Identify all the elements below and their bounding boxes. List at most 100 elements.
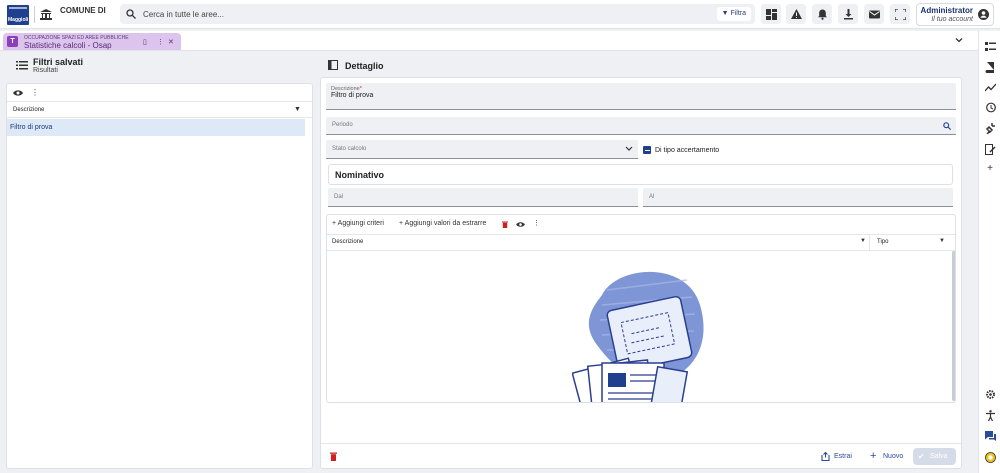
notifications-button[interactable]: [812, 4, 832, 24]
nuovo-button[interactable]: + Nuovo: [866, 448, 909, 465]
detail-title: Dettaglio: [345, 61, 384, 71]
estrai-button[interactable]: Estrai: [817, 448, 859, 465]
descrizione-value: Filtro di prova: [331, 92, 374, 99]
filter-button[interactable]: ▼ Filtra: [716, 7, 751, 21]
add-icon[interactable]: +: [984, 162, 996, 174]
user-name: Administrator: [920, 6, 973, 15]
warning-icon: [790, 8, 802, 19]
maggioli-logo[interactable]: Maggioli: [7, 5, 29, 25]
column-header-tipo[interactable]: Tipo: [877, 239, 888, 245]
lifebuoy-icon: [984, 451, 996, 463]
salva-button[interactable]: ✔ Salva: [913, 448, 956, 465]
accessibility-icon: [985, 409, 995, 421]
list-icon: [984, 41, 996, 51]
global-search[interactable]: Cerca in tutte le aree... ▼ Filtra: [120, 4, 755, 24]
chevron-down-icon: [625, 146, 633, 151]
trend-button[interactable]: [984, 81, 996, 93]
more-icon[interactable]: ⋮: [31, 88, 39, 97]
edit-note-icon: [984, 143, 996, 155]
list-item[interactable]: Filtro di prova: [7, 119, 305, 136]
delete-icon[interactable]: [502, 221, 508, 228]
more-icon[interactable]: ⋮: [157, 38, 164, 46]
results-label: Risultati: [33, 67, 58, 74]
search-input[interactable]: Cerca in tutte le aree...: [143, 10, 224, 19]
top-bar: Maggioli COMUNE DI Cerca in tutte le are…: [0, 0, 1000, 29]
help-button[interactable]: [984, 451, 996, 463]
user-avatar-icon: [978, 9, 989, 20]
search-icon: [126, 9, 136, 19]
edit-note-button[interactable]: [984, 143, 996, 155]
bell-icon: [817, 9, 827, 20]
settings-button[interactable]: [984, 388, 996, 400]
chat-icon: [984, 430, 996, 441]
fullscreen-icon: [894, 8, 906, 20]
accertamento-label: Di tipo accertamento: [655, 147, 720, 154]
search-icon[interactable]: [943, 122, 951, 130]
chevron-down-icon[interactable]: [954, 35, 964, 45]
dal-label: Dal: [334, 194, 344, 200]
tab-statistiche-calcoli[interactable]: T OCCUPAZIONE SPAZI ED AREE PUBBLICHE St…: [3, 33, 181, 50]
divider: [869, 235, 870, 250]
stato-calcolo-label: Stato calcolo: [332, 146, 367, 152]
bookmark-icon[interactable]: ▯: [143, 38, 147, 46]
al-field[interactable]: Al: [643, 188, 953, 207]
divider: [34, 6, 35, 23]
list-icon: [16, 61, 28, 70]
descrizione-field[interactable]: Descrizione* Filtro di prova: [326, 83, 956, 110]
history-icon: [985, 102, 996, 112]
delete-icon[interactable]: [330, 452, 337, 461]
add-values-button[interactable]: + Aggiungi valori da estrarre: [399, 220, 486, 227]
criteria-grid: + Aggiungi criteri + Aggiungi valori da …: [326, 214, 956, 403]
more-icon[interactable]: ⋮: [533, 219, 540, 227]
gear-icon: [985, 389, 995, 399]
eye-icon[interactable]: [13, 89, 23, 97]
fullscreen-button[interactable]: [890, 4, 910, 24]
divider: [7, 117, 312, 118]
download-button[interactable]: [838, 4, 858, 24]
history-button[interactable]: [984, 101, 996, 113]
stato-calcolo-select[interactable]: Stato calcolo: [326, 140, 638, 159]
bank-icon: [40, 9, 52, 20]
mail-icon: [868, 10, 880, 18]
add-criteria-button[interactable]: + Aggiungi criteri: [332, 220, 384, 227]
al-label: Al: [649, 194, 655, 200]
divider: [327, 234, 955, 235]
nominativo-title: Nominativo: [335, 170, 385, 180]
export-icon: [821, 452, 830, 461]
accessibility-button[interactable]: [984, 409, 996, 421]
nominativo-header[interactable]: Nominativo: [328, 164, 953, 185]
checkbox-mark: [644, 149, 650, 151]
alerts-button[interactable]: [786, 4, 806, 24]
saved-filters-title: Filtri salvati: [33, 57, 84, 67]
plug-icon: [985, 122, 995, 134]
filter-icon[interactable]: ▼: [860, 238, 866, 244]
close-icon[interactable]: ✕: [168, 38, 174, 46]
panel-toggle-icon[interactable]: [328, 60, 338, 70]
plus-icon: +: [870, 450, 877, 462]
book-icon: [985, 61, 994, 73]
saved-filters-panel: ⋮ Descrizione ▼: [6, 83, 313, 469]
eye-icon[interactable]: [516, 221, 525, 228]
plugin-button[interactable]: [984, 122, 996, 134]
book-button[interactable]: [984, 61, 996, 73]
messages-button[interactable]: [864, 4, 884, 24]
column-header-descrizione[interactable]: Descrizione: [332, 239, 363, 245]
empty-state-illustration: [572, 271, 704, 402]
trending-icon: [984, 83, 996, 91]
filter-icon[interactable]: ▼: [294, 106, 301, 113]
chat-button[interactable]: [984, 430, 996, 442]
column-header-descrizione[interactable]: Descrizione: [13, 107, 44, 113]
dal-field[interactable]: Dal: [328, 188, 638, 207]
dashboard-button[interactable]: [761, 4, 781, 24]
account-link: Il tuo account: [931, 16, 973, 23]
accertamento-checkbox[interactable]: [643, 146, 651, 154]
divider: [327, 250, 955, 251]
scrollbar[interactable]: [952, 251, 955, 401]
periodo-field[interactable]: Periodo: [326, 117, 956, 135]
right-sidebar: +: [978, 31, 1000, 473]
divider: [7, 101, 312, 102]
account-menu[interactable]: Administrator Il tuo account: [916, 3, 994, 26]
list-view-button[interactable]: [984, 40, 996, 52]
dashboard-icon: [765, 8, 777, 20]
filter-icon[interactable]: ▼: [939, 238, 945, 244]
